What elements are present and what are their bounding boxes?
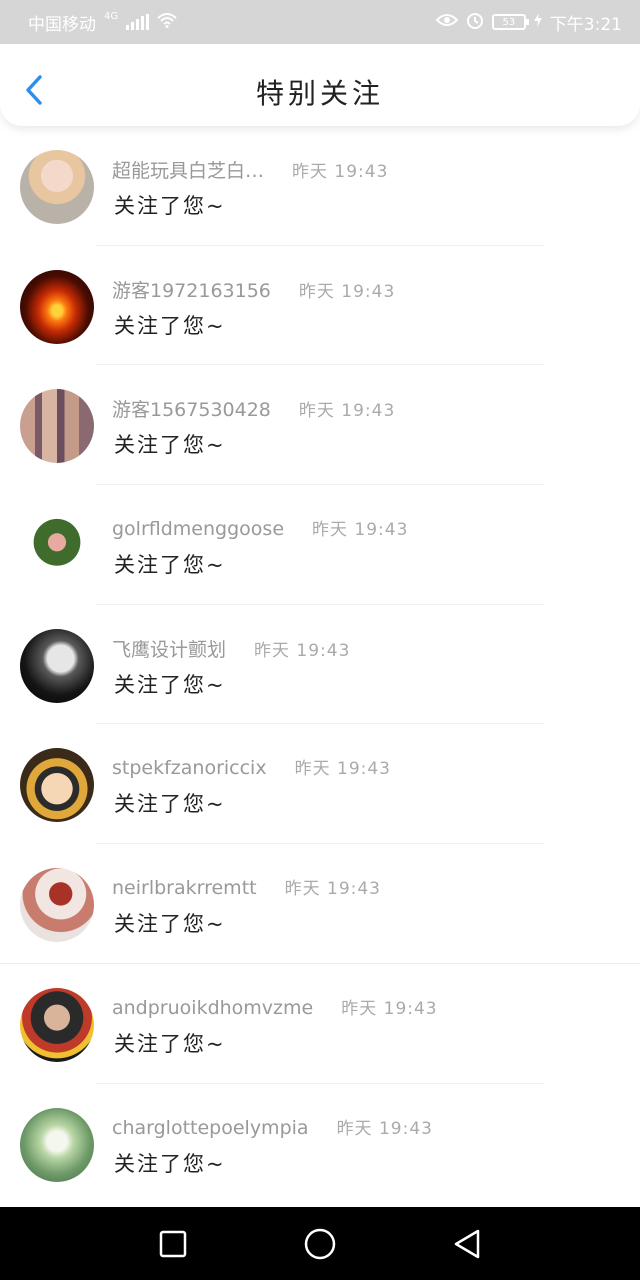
- list-item[interactable]: andpruoikdhomvzme 昨天 19:43 关注了您~: [0, 964, 640, 1084]
- message-text: 关注了您~: [114, 792, 226, 817]
- name-row: 超能玩具白芝白… 昨天 19:43: [112, 156, 388, 183]
- charging-icon: [533, 12, 542, 32]
- follow-list: 超能玩具白芝白… 昨天 19:43 关注了您~ 游客1972163156 昨天 …: [0, 126, 640, 1203]
- list-item[interactable]: neirlbrakrremtt 昨天 19:43 关注了您~: [0, 844, 640, 964]
- timestamp: 昨天 19:43: [294, 759, 391, 780]
- message-text: 关注了您~: [114, 553, 226, 578]
- username[interactable]: neirlbrakrremtt: [112, 877, 257, 899]
- username[interactable]: 飞鹰设计颤划: [112, 635, 226, 662]
- name-row: charglottepoelympia 昨天 19:43: [112, 1114, 433, 1139]
- list-item[interactable]: 游客1567530428 昨天 19:43 关注了您~: [0, 365, 640, 486]
- status-right: 53 下午3:21: [435, 10, 622, 35]
- network-type: 4G: [104, 10, 119, 22]
- timestamp: 昨天 19:43: [336, 1118, 433, 1139]
- avatar[interactable]: [20, 389, 94, 464]
- carrier-label: 中国移动: [28, 14, 96, 35]
- message-text: 关注了您~: [114, 912, 226, 937]
- username[interactable]: 游客1567530428: [112, 395, 271, 422]
- message-text: 关注了您~: [114, 194, 226, 218]
- status-bar: 中国移动 4G 53 下午3:21: [0, 0, 640, 44]
- username[interactable]: golrfldmenggoose: [112, 518, 284, 540]
- wifi-icon: [157, 12, 177, 32]
- message-text: 关注了您~: [114, 672, 226, 697]
- message-text: 关注了您~: [114, 1151, 226, 1176]
- circle-icon[interactable]: [304, 1228, 336, 1260]
- square-icon[interactable]: [159, 1230, 187, 1258]
- name-row: neirlbrakrremtt 昨天 19:43: [112, 874, 381, 899]
- recent-apps-button[interactable]: [148, 1219, 198, 1269]
- avatar[interactable]: [20, 1107, 94, 1182]
- list-item[interactable]: 游客1972163156 昨天 19:43 关注了您~: [0, 246, 640, 366]
- message-text: 关注了您~: [114, 313, 226, 338]
- name-row: stpekfzanoriccix 昨天 19:43: [112, 754, 391, 779]
- message-text: 关注了您~: [114, 433, 226, 458]
- name-row: andpruoikdhomvzme 昨天 19:43: [112, 994, 438, 1019]
- timestamp: 昨天 19:43: [298, 281, 396, 302]
- avatar[interactable]: [20, 509, 94, 584]
- list-item[interactable]: 飞鹰设计颤划 昨天 19:43 关注了您~: [0, 605, 640, 725]
- username[interactable]: stpekfzanoriccix: [112, 757, 267, 779]
- page-title: 特别关注: [255, 77, 384, 110]
- list-item[interactable]: golrfldmenggoose 昨天 19:43 关注了您~: [0, 485, 640, 605]
- name-row: 飞鹰设计颤划 昨天 19:43: [112, 635, 350, 662]
- avatar[interactable]: [20, 150, 94, 224]
- timestamp: 昨天 19:43: [312, 520, 409, 541]
- list-item[interactable]: stpekfzanoriccix 昨天 19:43 关注了您~: [0, 724, 640, 845]
- home-button[interactable]: [295, 1219, 345, 1269]
- timestamp: 昨天 19:43: [341, 998, 438, 1019]
- avatar[interactable]: [20, 748, 94, 823]
- username[interactable]: 超能玩具白芝白…: [112, 156, 264, 183]
- status-left: 中国移动 4G: [28, 10, 177, 35]
- back-nav-button[interactable]: [442, 1219, 492, 1269]
- eye-icon: [435, 12, 459, 32]
- username[interactable]: andpruoikdhomvzme: [112, 997, 313, 1019]
- timestamp: 昨天 19:43: [284, 879, 381, 900]
- battery-level: 53: [502, 16, 516, 28]
- status-time: 下午3:21: [549, 14, 622, 35]
- username[interactable]: 游客1972163156: [112, 276, 271, 303]
- name-row: 游客1972163156 昨天 19:43: [112, 276, 395, 303]
- avatar[interactable]: [20, 868, 94, 943]
- avatar[interactable]: [20, 269, 94, 344]
- navigation-bar: [0, 1207, 640, 1280]
- name-row: golrfldmenggoose 昨天 19:43: [112, 515, 408, 540]
- timestamp: 昨天 19:43: [298, 401, 396, 422]
- message-text: 关注了您~: [114, 1031, 226, 1056]
- list-item[interactable]: 超能玩具白芝白… 昨天 19:43 关注了您~: [0, 126, 640, 246]
- name-row: 游客1567530428 昨天 19:43: [112, 395, 395, 422]
- avatar[interactable]: [20, 987, 94, 1062]
- timestamp: 昨天 19:43: [254, 640, 351, 661]
- signal-icon: [126, 14, 150, 30]
- list-item[interactable]: charglottepoelympia 昨天 19:43 关注了您~: [0, 1084, 640, 1204]
- avatar[interactable]: [20, 628, 94, 703]
- username[interactable]: charglottepoelympia: [112, 1117, 309, 1139]
- battery-icon: 53: [491, 14, 529, 30]
- alarm-icon: [466, 11, 484, 34]
- timestamp: 昨天 19:43: [292, 162, 389, 182]
- header: 特别关注: [0, 44, 640, 126]
- triangle-back-icon[interactable]: [453, 1229, 481, 1259]
